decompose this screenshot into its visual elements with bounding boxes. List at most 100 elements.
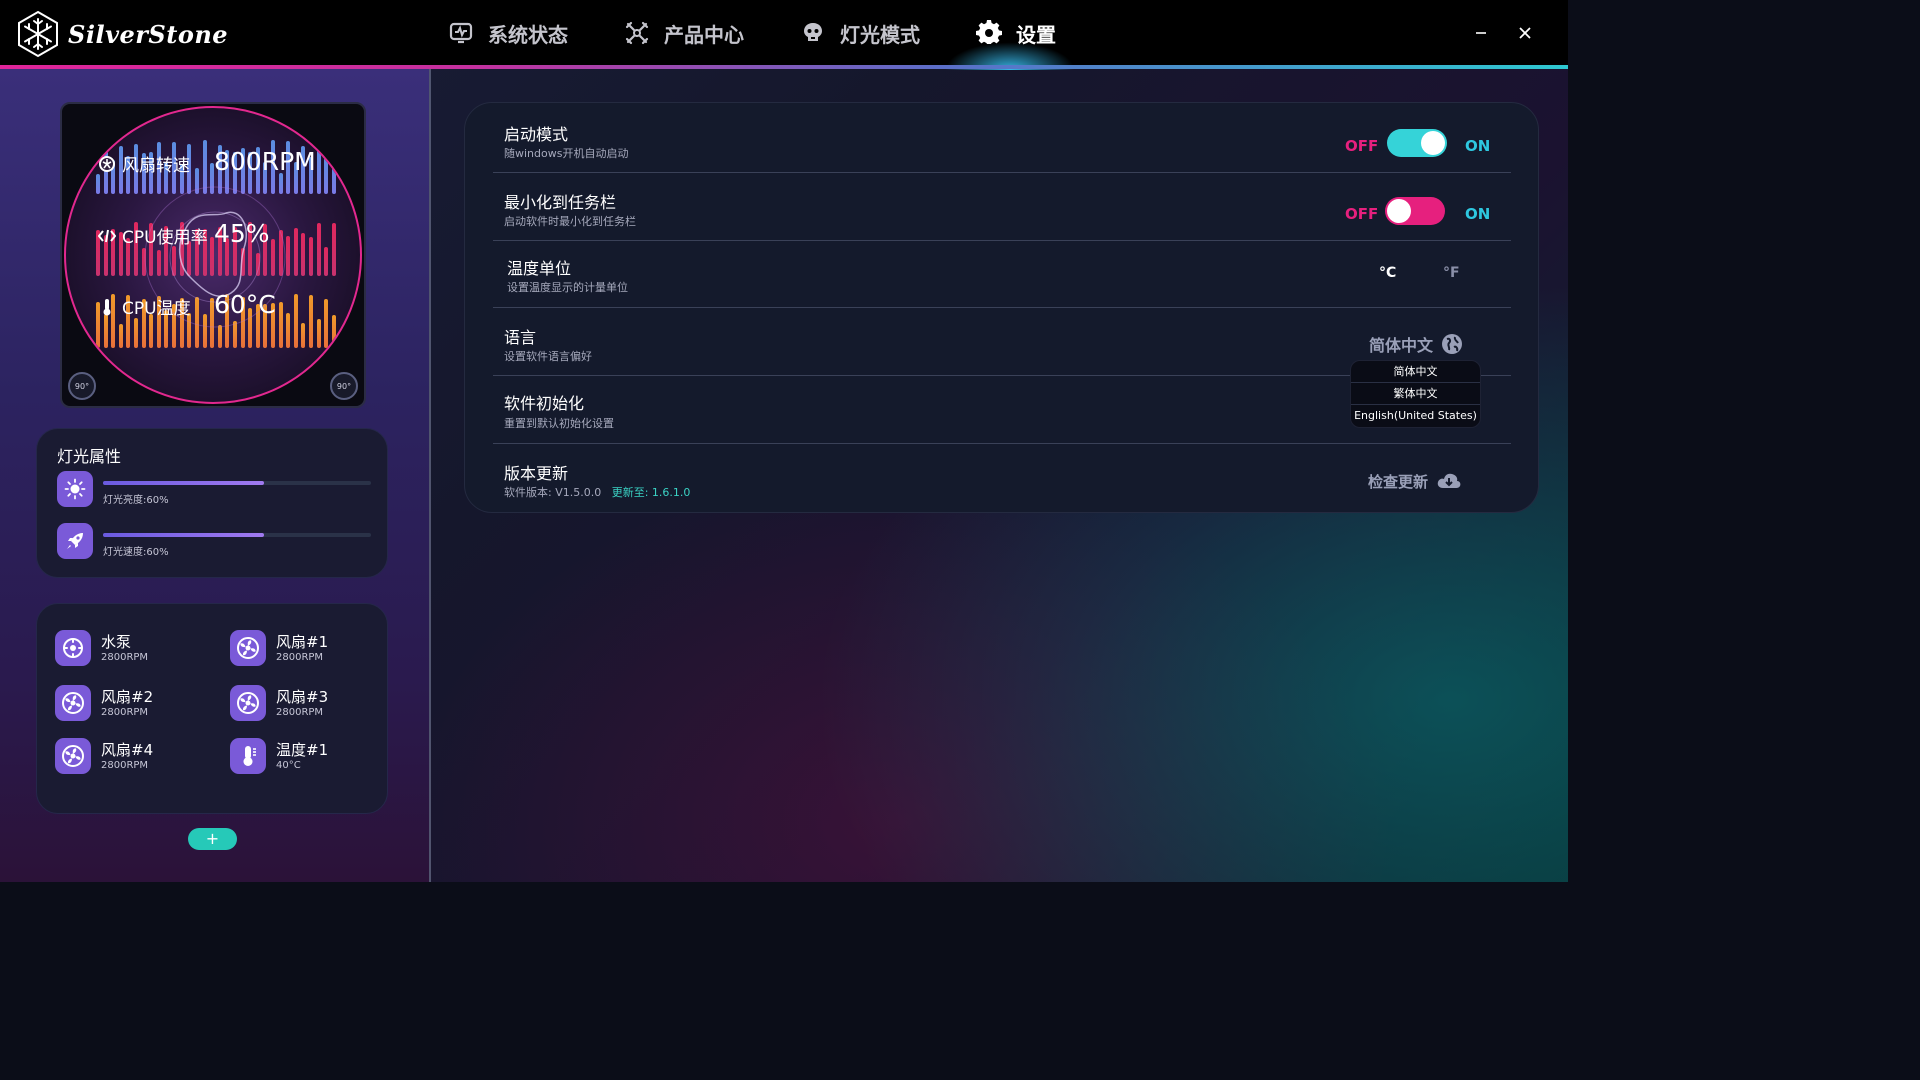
globe-icon bbox=[1442, 334, 1463, 354]
fan-icon bbox=[237, 637, 259, 659]
add-device-button[interactable]: + bbox=[188, 828, 237, 850]
device-fan-4[interactable]: 风扇#4 2800RPM bbox=[55, 738, 215, 778]
brightness-row: 灯光亮度:60% bbox=[57, 471, 371, 511]
tab-system-status[interactable]: 系统状态 bbox=[448, 19, 568, 48]
settings-card: 启动模式 随windows开机自动启动 OFF ON 最小化到任务栏 启动软件时… bbox=[464, 102, 1539, 513]
cloud-update-icon bbox=[1437, 473, 1461, 488]
on-label: ON bbox=[1465, 137, 1491, 155]
speed-icon-tile bbox=[57, 523, 93, 559]
brightness-label: 灯光亮度:60% bbox=[103, 495, 169, 506]
minimize-icon bbox=[1476, 32, 1486, 34]
rotate-right-button[interactable]: 90° bbox=[330, 372, 358, 400]
fan-product-icon bbox=[625, 21, 649, 45]
brand-logo: SilverStone bbox=[16, 10, 228, 58]
device-value: 40°C bbox=[276, 760, 301, 771]
device-fan-3[interactable]: 风扇#3 2800RPM bbox=[230, 685, 390, 725]
fan-icon bbox=[237, 692, 259, 714]
setting-title: 语言 bbox=[504, 328, 537, 347]
lcd-preview: 风扇转速 800RPM CPU使用率 45% CPU温度 60°C 90° 90… bbox=[60, 102, 366, 408]
device-value: 2800RPM bbox=[101, 760, 149, 771]
brightness-slider[interactable] bbox=[103, 481, 371, 485]
light-mode-icon bbox=[804, 23, 822, 41]
card-title: 灯光属性 bbox=[57, 447, 122, 466]
toggle-knob bbox=[1387, 199, 1411, 223]
pump-icon bbox=[63, 638, 83, 658]
celsius-option[interactable]: °C bbox=[1379, 265, 1396, 281]
setting-desc: 软件版本: V1.5.0.0 更新至: 1.6.1.0 bbox=[504, 484, 690, 500]
device-value: 2800RPM bbox=[276, 652, 324, 663]
tab-label: 灯光模式 bbox=[840, 22, 920, 47]
device-name: 风扇#2 bbox=[101, 688, 154, 706]
brightness-slider-fill bbox=[103, 481, 264, 485]
device-icon-tile bbox=[55, 685, 91, 721]
monitor-icon bbox=[449, 22, 473, 44]
device-name: 风扇#1 bbox=[276, 633, 329, 651]
speed-slider-fill bbox=[103, 533, 264, 537]
speed-slider[interactable] bbox=[103, 533, 371, 537]
speed-row: 灯光速度:60% bbox=[57, 523, 371, 563]
device-value: 2800RPM bbox=[101, 707, 149, 718]
devices-card: 水泵 2800RPM 风扇#1 2800RPM 风扇#2 2800RPM 风扇#… bbox=[36, 603, 388, 814]
language-select[interactable]: 简体中文 bbox=[1369, 332, 1463, 356]
tab-product-center[interactable]: 产品中心 bbox=[624, 19, 744, 48]
metric-label: CPU温度 bbox=[122, 299, 191, 319]
metric-label: 风扇转速 bbox=[122, 156, 190, 176]
fan-icon bbox=[99, 155, 115, 172]
app-window: SilverStone 系统状态 产品中心 灯光模式 设置 风扇转速 800RP… bbox=[0, 0, 1568, 882]
fan-icon bbox=[62, 745, 84, 767]
setting-title: 最小化到任务栏 bbox=[504, 193, 617, 212]
device-name: 风扇#3 bbox=[276, 688, 329, 706]
setting-minimize: 最小化到任务栏 启动软件时最小化到任务栏 OFF ON bbox=[493, 173, 1511, 241]
device-icon-tile bbox=[55, 738, 91, 774]
device-name: 风扇#4 bbox=[101, 741, 154, 759]
check-update-button[interactable]: 检查更新 bbox=[1368, 470, 1462, 492]
language-option-traditional[interactable]: 繁体中文 bbox=[1351, 383, 1480, 405]
device-temp-1[interactable]: 温度#1 40°C bbox=[230, 738, 390, 778]
tab-label: 产品中心 bbox=[664, 22, 744, 47]
device-icon-tile bbox=[55, 630, 91, 666]
device-icon-tile bbox=[230, 738, 266, 774]
language-option-english[interactable]: English(United States) bbox=[1351, 405, 1480, 427]
current-version: 软件版本: V1.5.0.0 bbox=[504, 486, 602, 499]
left-panel: 风扇转速 800RPM CPU使用率 45% CPU温度 60°C 90° 90… bbox=[0, 69, 429, 882]
minimize-button[interactable] bbox=[1466, 18, 1496, 48]
metric-cpu-usage: CPU使用率 bbox=[98, 223, 208, 248]
update-version[interactable]: 更新至: 1.6.1.0 bbox=[612, 486, 691, 499]
thermometer-icon bbox=[103, 298, 111, 315]
device-icon-tile bbox=[230, 685, 266, 721]
fahrenheit-option[interactable]: °F bbox=[1443, 265, 1460, 281]
close-button[interactable] bbox=[1510, 18, 1540, 48]
device-name: 温度#1 bbox=[276, 741, 329, 759]
setting-desc: 重置到默认初始化设置 bbox=[504, 417, 614, 430]
language-option-simplified[interactable]: 简体中文 bbox=[1351, 361, 1480, 383]
setting-title: 版本更新 bbox=[504, 464, 569, 483]
metric-value: 45% bbox=[214, 219, 270, 248]
off-label: OFF bbox=[1345, 137, 1379, 155]
snowflake-logo-icon bbox=[18, 10, 58, 58]
toggle-knob bbox=[1421, 131, 1445, 155]
light-properties-card: 灯光属性 灯光亮度:60% 灯光速度:60% bbox=[36, 428, 388, 578]
setting-title: 软件初始化 bbox=[504, 394, 585, 413]
off-label: OFF bbox=[1345, 205, 1379, 223]
device-pump[interactable]: 水泵 2800RPM bbox=[55, 630, 215, 670]
brightness-icon-tile bbox=[57, 471, 93, 507]
minimize-toggle[interactable] bbox=[1385, 197, 1445, 225]
setting-title: 启动模式 bbox=[504, 125, 569, 144]
setting-update: 版本更新 软件版本: V1.5.0.0 更新至: 1.6.1.0 检查更新 bbox=[493, 444, 1511, 514]
speed-label: 灯光速度:60% bbox=[103, 547, 169, 558]
check-update-label: 检查更新 bbox=[1368, 472, 1429, 491]
device-fan-2[interactable]: 风扇#2 2800RPM bbox=[55, 685, 215, 725]
title-bar: SilverStone 系统状态 产品中心 灯光模式 设置 bbox=[0, 0, 1568, 66]
metric-value: 60°C bbox=[214, 290, 276, 319]
startup-toggle[interactable] bbox=[1387, 129, 1447, 157]
tab-light-mode[interactable]: 灯光模式 bbox=[800, 19, 920, 48]
metric-value: 800RPM bbox=[214, 147, 316, 176]
panel-divider bbox=[429, 69, 431, 882]
rotate-left-button[interactable]: 90° bbox=[68, 372, 96, 400]
language-current: 简体中文 bbox=[1369, 336, 1434, 355]
device-fan-1[interactable]: 风扇#1 2800RPM bbox=[230, 630, 390, 670]
setting-desc: 设置软件语言偏好 bbox=[504, 350, 592, 363]
device-icon-tile bbox=[230, 630, 266, 666]
metric-cpu-temp: CPU温度 bbox=[98, 294, 191, 319]
language-dropdown: 简体中文 繁体中文 English(United States) bbox=[1350, 360, 1481, 428]
